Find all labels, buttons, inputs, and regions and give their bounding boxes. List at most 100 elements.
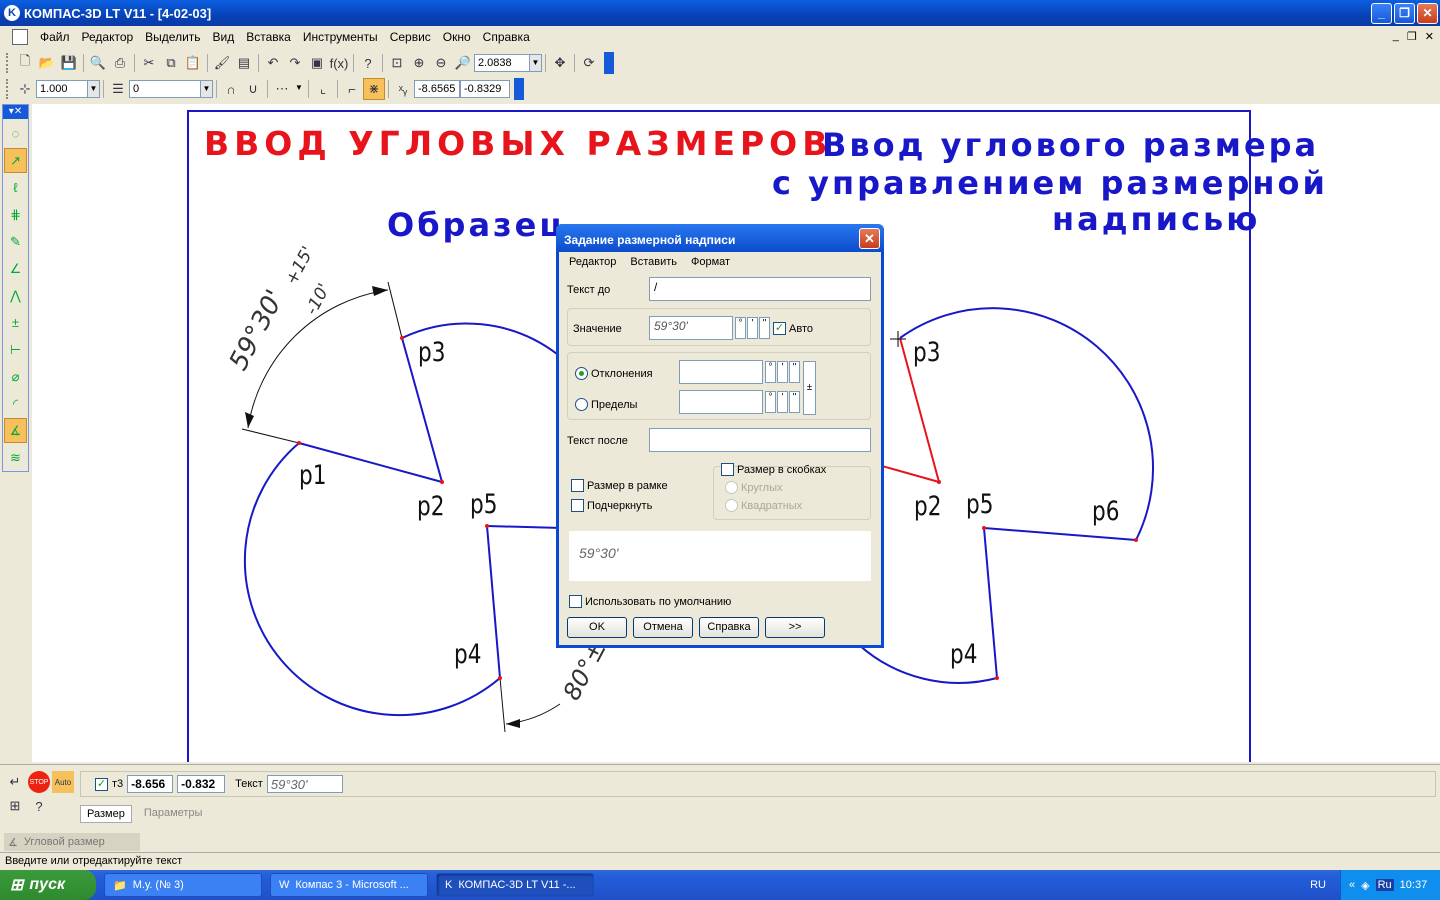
- lim-minute-button[interactable]: ': [777, 391, 788, 413]
- tray-arrow-icon[interactable]: «: [1349, 879, 1355, 891]
- diameter-dim-icon[interactable]: ⌀: [4, 364, 27, 389]
- tab-size[interactable]: Размер: [80, 805, 132, 823]
- round-radio[interactable]: [725, 481, 738, 494]
- redo-icon[interactable]: ↷: [284, 52, 306, 74]
- dev-minute-button[interactable]: ': [777, 361, 788, 383]
- language-indicator[interactable]: RU: [1310, 879, 1326, 891]
- dev-degree-button[interactable]: °: [765, 361, 776, 383]
- task-kompas[interactable]: K КОМПАС-3D LT V11 -...: [436, 873, 594, 897]
- zoom-dropdown-icon[interactable]: ▼: [530, 54, 542, 72]
- coord-y-input[interactable]: -0.8329: [460, 80, 510, 98]
- coord-x-input[interactable]: -8.6565: [414, 80, 460, 98]
- more-button[interactable]: >>: [765, 617, 825, 638]
- ok-button[interactable]: OK: [567, 617, 627, 638]
- deviation-radio[interactable]: [575, 367, 588, 380]
- menu-help[interactable]: Справка: [477, 30, 536, 44]
- dialog-menu-editor[interactable]: Редактор: [569, 256, 616, 268]
- auto-create-icon[interactable]: Auto: [52, 771, 74, 793]
- print-icon[interactable]: ⎙: [109, 52, 131, 74]
- dialog-menu-insert[interactable]: Вставить: [630, 256, 677, 268]
- symbols-icon[interactable]: ℓ: [4, 175, 27, 200]
- paste-icon[interactable]: 📋: [182, 52, 204, 74]
- t3-checkbox[interactable]: ✓: [95, 777, 108, 791]
- scale-icon[interactable]: ⊹: [14, 78, 36, 100]
- t3-x-input[interactable]: -8.656: [127, 775, 174, 793]
- close-button[interactable]: ✕: [1417, 3, 1438, 24]
- text-before-input[interactable]: /: [649, 277, 871, 301]
- framed-checkbox[interactable]: [571, 479, 584, 492]
- task-word[interactable]: W Компас 3 - Microsoft ...: [270, 873, 428, 897]
- pan-icon[interactable]: ✥: [549, 52, 571, 74]
- value-input[interactable]: 59°30': [649, 316, 733, 340]
- local-cs-icon[interactable]: ⌞: [312, 78, 334, 100]
- plusminus-button[interactable]: ±: [803, 361, 816, 415]
- mdi-minimize-icon[interactable]: _: [1393, 30, 1399, 43]
- variables-icon[interactable]: f(x): [328, 52, 350, 74]
- layers-icon[interactable]: ☰: [107, 78, 129, 100]
- dev-second-button[interactable]: ": [789, 361, 800, 383]
- deviation-input[interactable]: [679, 360, 763, 384]
- lim-degree-button[interactable]: °: [765, 391, 776, 413]
- dialog-title-bar[interactable]: Задание размерной надписи ✕: [556, 224, 884, 252]
- geometry-icon[interactable]: ◌: [4, 121, 27, 146]
- menu-service[interactable]: Сервис: [384, 30, 437, 44]
- toolbar-grip[interactable]: [6, 79, 10, 99]
- library-icon[interactable]: ▣: [306, 52, 328, 74]
- lim-second-button[interactable]: ": [789, 391, 800, 413]
- tray-lang[interactable]: Ru: [1375, 879, 1394, 891]
- refresh-icon[interactable]: ⟳: [578, 52, 600, 74]
- zoom-scale-icon[interactable]: 🔎: [452, 52, 474, 74]
- cancel-button[interactable]: Отмена: [633, 617, 693, 638]
- square-radio[interactable]: [725, 499, 738, 512]
- degree-button[interactable]: °: [735, 317, 746, 339]
- panel-header[interactable]: ▾✕: [3, 105, 28, 119]
- limits-radio[interactable]: [575, 398, 588, 411]
- minute-button[interactable]: ': [747, 317, 758, 339]
- round-icon[interactable]: ⋇: [363, 78, 385, 100]
- menu-window[interactable]: Окно: [437, 30, 477, 44]
- restore-button[interactable]: ❐: [1394, 3, 1415, 24]
- scale-input[interactable]: 1.000: [36, 80, 88, 98]
- angular-dim-icon[interactable]: ∡: [4, 418, 27, 443]
- menu-file[interactable]: Файл: [34, 30, 76, 44]
- cut-icon[interactable]: ✂: [138, 52, 160, 74]
- scale-dropdown-icon[interactable]: ▼: [88, 80, 100, 98]
- start-button[interactable]: ⊞ пуск: [0, 870, 96, 900]
- print-preview-icon[interactable]: 🔍: [87, 52, 109, 74]
- stop-icon[interactable]: STOP: [28, 771, 50, 793]
- zoom-out-icon[interactable]: ⊖: [430, 52, 452, 74]
- auto-checkbox[interactable]: ✓: [773, 322, 786, 335]
- document-icon[interactable]: [12, 29, 28, 45]
- create-object-icon[interactable]: ↵: [4, 771, 26, 793]
- menu-editor[interactable]: Редактор: [76, 30, 140, 44]
- underline-checkbox[interactable]: [571, 499, 584, 512]
- save-icon[interactable]: 💾: [58, 52, 80, 74]
- brackets-checkbox[interactable]: [721, 463, 734, 476]
- menu-view[interactable]: Вид: [207, 30, 241, 44]
- toolbar-overflow-icon[interactable]: [514, 78, 524, 100]
- measure-icon[interactable]: ∠: [4, 256, 27, 281]
- properties-icon[interactable]: ▤: [233, 52, 255, 74]
- arc-length-icon[interactable]: ≋: [4, 445, 27, 470]
- context-help-icon[interactable]: ?: [357, 52, 379, 74]
- menu-insert[interactable]: Вставка: [240, 30, 297, 44]
- format-painter-icon[interactable]: 🖌: [211, 52, 233, 74]
- text-input[interactable]: 59°30': [266, 775, 343, 793]
- dimensions-icon[interactable]: ↗: [4, 148, 27, 173]
- dim-text-main[interactable]: 59°30': [224, 285, 291, 375]
- help-icon[interactable]: ?: [28, 795, 50, 817]
- mdi-close-icon[interactable]: ✕: [1425, 30, 1434, 43]
- open-folder-icon[interactable]: 📂: [36, 52, 58, 74]
- use-default-checkbox[interactable]: [569, 595, 582, 608]
- help-button[interactable]: Справка: [699, 617, 759, 638]
- magnet-icon[interactable]: ∩: [220, 78, 242, 100]
- toolbar-overflow-icon[interactable]: [604, 52, 614, 74]
- zoom-in-icon[interactable]: ⊕: [408, 52, 430, 74]
- select-icon[interactable]: ⋀: [4, 283, 27, 308]
- zoom-input[interactable]: 2.0838: [474, 54, 530, 72]
- t3-y-input[interactable]: -0.832: [177, 775, 226, 793]
- tab-params[interactable]: Параметры: [138, 805, 209, 823]
- text-after-input[interactable]: [649, 428, 871, 452]
- limits-input[interactable]: [679, 390, 763, 414]
- edit-icon[interactable]: ⋕: [4, 202, 27, 227]
